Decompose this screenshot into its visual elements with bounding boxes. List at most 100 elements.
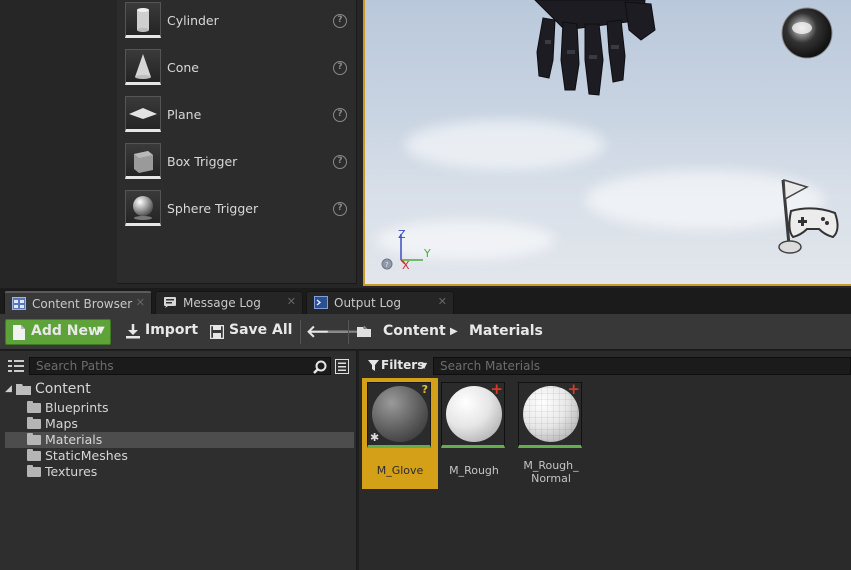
tab-content-browser[interactable]: Content Browser ✕ xyxy=(4,291,152,314)
reflection-sphere xyxy=(781,7,833,59)
tree-folder-textures[interactable]: Textures xyxy=(5,464,354,480)
asset-tile-m-glove[interactable]: ? ✱ M_Glove xyxy=(362,378,438,489)
axis-y-label: Y xyxy=(423,247,431,260)
tree-folder-materials[interactable]: Materials xyxy=(5,432,354,448)
search-icon xyxy=(313,360,327,374)
message-log-icon xyxy=(164,297,176,308)
folder-icon xyxy=(27,433,41,445)
breadcrumb-separator-icon[interactable]: ▶ xyxy=(450,326,458,337)
breadcrumb-materials[interactable]: Materials xyxy=(469,323,543,339)
panel-tab-bar: Content Browser ✕ Message Log ✕ Output L… xyxy=(0,288,851,314)
level-viewport[interactable]: ? Z Y X xyxy=(363,0,851,286)
asset-thumbnail: + xyxy=(441,382,505,448)
place-actors-panel: Cylinder ? Cone ? Plane ? Box Trigger ? xyxy=(117,0,357,284)
modified-asterisk-icon: ✱ xyxy=(370,431,380,444)
asset-thumbnail: ? ✱ xyxy=(367,382,431,448)
folder-open-icon xyxy=(16,384,31,395)
expand-arrow-icon[interactable]: ◢ xyxy=(5,384,12,394)
material-sphere-preview xyxy=(372,386,428,442)
close-icon[interactable]: ✕ xyxy=(136,296,145,309)
sources-toggle-icon[interactable] xyxy=(8,359,24,373)
toolbar-divider xyxy=(300,320,301,344)
tree-folder-label: Materials xyxy=(45,432,103,447)
content-browser-icon xyxy=(12,297,26,310)
plane-icon xyxy=(125,96,161,132)
place-item-cylinder[interactable]: Cylinder ? xyxy=(123,2,351,42)
search-materials-placeholder: Search Materials xyxy=(440,359,541,373)
asset-tile-m-rough-normal[interactable]: + M_Rough_ Normal xyxy=(518,382,584,486)
tab-output-log[interactable]: Output Log ✕ xyxy=(306,291,454,314)
filters-button[interactable]: Filters ▼ xyxy=(364,356,430,376)
folder-open-icon xyxy=(357,327,371,337)
add-new-label: Add New xyxy=(31,323,101,339)
toolbar-divider xyxy=(348,320,349,344)
tree-folder-label: Textures xyxy=(45,464,98,479)
editor-top-area: Cylinder ? Cone ? Plane ? Box Trigger ? xyxy=(0,0,851,288)
svg-text:?: ? xyxy=(385,261,389,269)
place-item-label: Cylinder xyxy=(167,13,219,28)
sky-cloud xyxy=(405,120,605,170)
close-icon[interactable]: ✕ xyxy=(287,295,296,308)
help-icon[interactable]: ? xyxy=(333,155,347,169)
view-options-icon[interactable] xyxy=(335,359,349,374)
output-log-icon xyxy=(314,296,328,309)
place-item-label: Cone xyxy=(167,60,199,75)
sources-panel: Search Paths ◢ Content Blueprints Maps M… xyxy=(0,351,357,570)
asset-thumbnail: + xyxy=(518,382,582,448)
folder-icon xyxy=(27,417,41,429)
help-icon[interactable]: ? xyxy=(333,61,347,75)
filter-icon xyxy=(368,360,379,371)
left-empty-panel xyxy=(0,0,117,288)
add-new-button[interactable]: Add New ▼ xyxy=(5,319,111,345)
help-icon[interactable]: ? xyxy=(333,14,347,28)
import-button[interactable]: Import xyxy=(122,319,198,345)
cone-icon xyxy=(125,49,161,85)
help-icon[interactable]: ? xyxy=(333,108,347,122)
place-item-sphere-trigger[interactable]: Sphere Trigger ? xyxy=(123,190,351,230)
new-asset-plus-icon: + xyxy=(567,382,580,398)
asset-name: M_Glove xyxy=(376,464,424,477)
import-icon xyxy=(126,324,140,339)
search-paths-input[interactable]: Search Paths xyxy=(29,357,331,375)
cylinder-icon xyxy=(125,2,161,38)
chevron-down-icon: ▼ xyxy=(421,361,428,370)
tree-root-content[interactable]: ◢ Content xyxy=(5,381,354,399)
save-all-label: Save All xyxy=(229,322,293,338)
search-materials-input[interactable]: Search Materials xyxy=(433,357,851,375)
new-file-icon xyxy=(13,325,25,340)
folder-icon xyxy=(27,465,41,477)
search-paths-placeholder: Search Paths xyxy=(36,359,114,373)
unsaved-question-icon: ? xyxy=(421,383,428,396)
place-item-label: Box Trigger xyxy=(167,154,238,169)
folder-icon xyxy=(27,401,41,413)
tree-root-label: Content xyxy=(35,381,91,397)
tab-label: Output Log xyxy=(334,296,401,310)
tree-folder-label: Blueprints xyxy=(45,400,109,415)
close-icon[interactable]: ✕ xyxy=(438,295,447,308)
place-item-label: Sphere Trigger xyxy=(167,201,259,216)
help-icon[interactable]: ? xyxy=(333,202,347,216)
tree-folder-blueprints[interactable]: Blueprints xyxy=(5,400,354,416)
tree-folder-label: StaticMeshes xyxy=(45,448,128,463)
axis-x-label: X xyxy=(402,259,410,272)
place-item-cone[interactable]: Cone ? xyxy=(123,49,351,89)
tree-folder-staticmeshes[interactable]: StaticMeshes xyxy=(5,448,354,464)
save-icon xyxy=(210,325,224,339)
tree-folder-maps[interactable]: Maps xyxy=(5,416,354,432)
place-item-box-trigger[interactable]: Box Trigger ? xyxy=(123,143,351,183)
tab-message-log[interactable]: Message Log ✕ xyxy=(155,291,303,314)
tab-label: Message Log xyxy=(183,296,261,310)
axis-z-label: Z xyxy=(398,228,406,241)
breadcrumb-content[interactable]: Content xyxy=(383,323,446,339)
place-item-label: Plane xyxy=(167,107,202,122)
asset-tile-m-rough[interactable]: + M_Rough xyxy=(441,382,507,482)
content-browser-toolbar: Add New ▼ Import Save All 🡐 🡒 Content ▶ … xyxy=(0,314,851,350)
folder-icon xyxy=(27,449,41,461)
dropdown-arrow-icon: ▼ xyxy=(97,325,105,336)
save-all-button[interactable]: Save All xyxy=(208,319,293,345)
filters-label: Filters xyxy=(381,358,425,372)
place-item-plane[interactable]: Plane ? xyxy=(123,96,351,136)
player-start-icon xyxy=(778,178,839,254)
import-label: Import xyxy=(145,322,199,338)
axis-gizmo: ? Z Y X xyxy=(381,228,431,272)
